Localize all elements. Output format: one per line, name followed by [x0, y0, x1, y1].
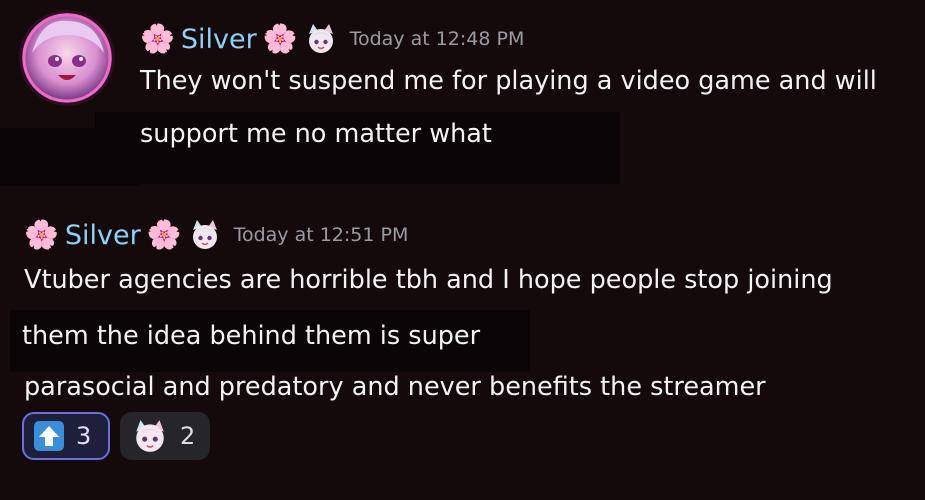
username[interactable]: Silver	[181, 24, 257, 55]
background-patch	[0, 128, 140, 186]
anime-badge-icon	[308, 24, 333, 53]
reaction-emote[interactable]: 2	[120, 412, 210, 460]
message: 🌸 Silver 🌸 Today at 12:51 PM	[24, 218, 408, 252]
reactions-bar: 3 2	[22, 412, 210, 460]
reaction-upvote[interactable]: 3	[22, 412, 110, 460]
anime-emote-icon	[136, 420, 164, 452]
up-arrow-icon	[34, 421, 64, 451]
message-line: support me no matter what	[140, 119, 492, 149]
message-header: 🌸 Silver 🌸 Today at 12:51 PM	[24, 218, 408, 252]
message-header: 🌸 Silver 🌸 Today at 12:48 PM	[140, 22, 524, 56]
flower-emoji: 🌸	[140, 22, 175, 55]
reaction-count: 2	[180, 422, 196, 450]
message-line: parasocial and predatory and never benef…	[24, 372, 766, 402]
message-line: Vtuber agencies are horrible tbh and I h…	[24, 265, 833, 295]
reaction-count: 3	[76, 422, 92, 450]
message-line: them the idea behind them is super	[22, 321, 481, 351]
flower-emoji: 🌸	[24, 218, 59, 251]
flower-emoji: 🌸	[146, 218, 182, 251]
anime-badge-icon	[192, 220, 217, 249]
timestamp: Today at 12:48 PM	[349, 28, 525, 50]
message-line: They won't suspend me for playing a vide…	[140, 66, 877, 96]
message: 🌸 Silver 🌸 Today at 12:48 PM They won't …	[140, 22, 877, 150]
avatar[interactable]	[22, 13, 112, 103]
username[interactable]: Silver	[65, 220, 141, 251]
flower-emoji: 🌸	[262, 22, 298, 55]
timestamp: Today at 12:51 PM	[233, 224, 409, 246]
